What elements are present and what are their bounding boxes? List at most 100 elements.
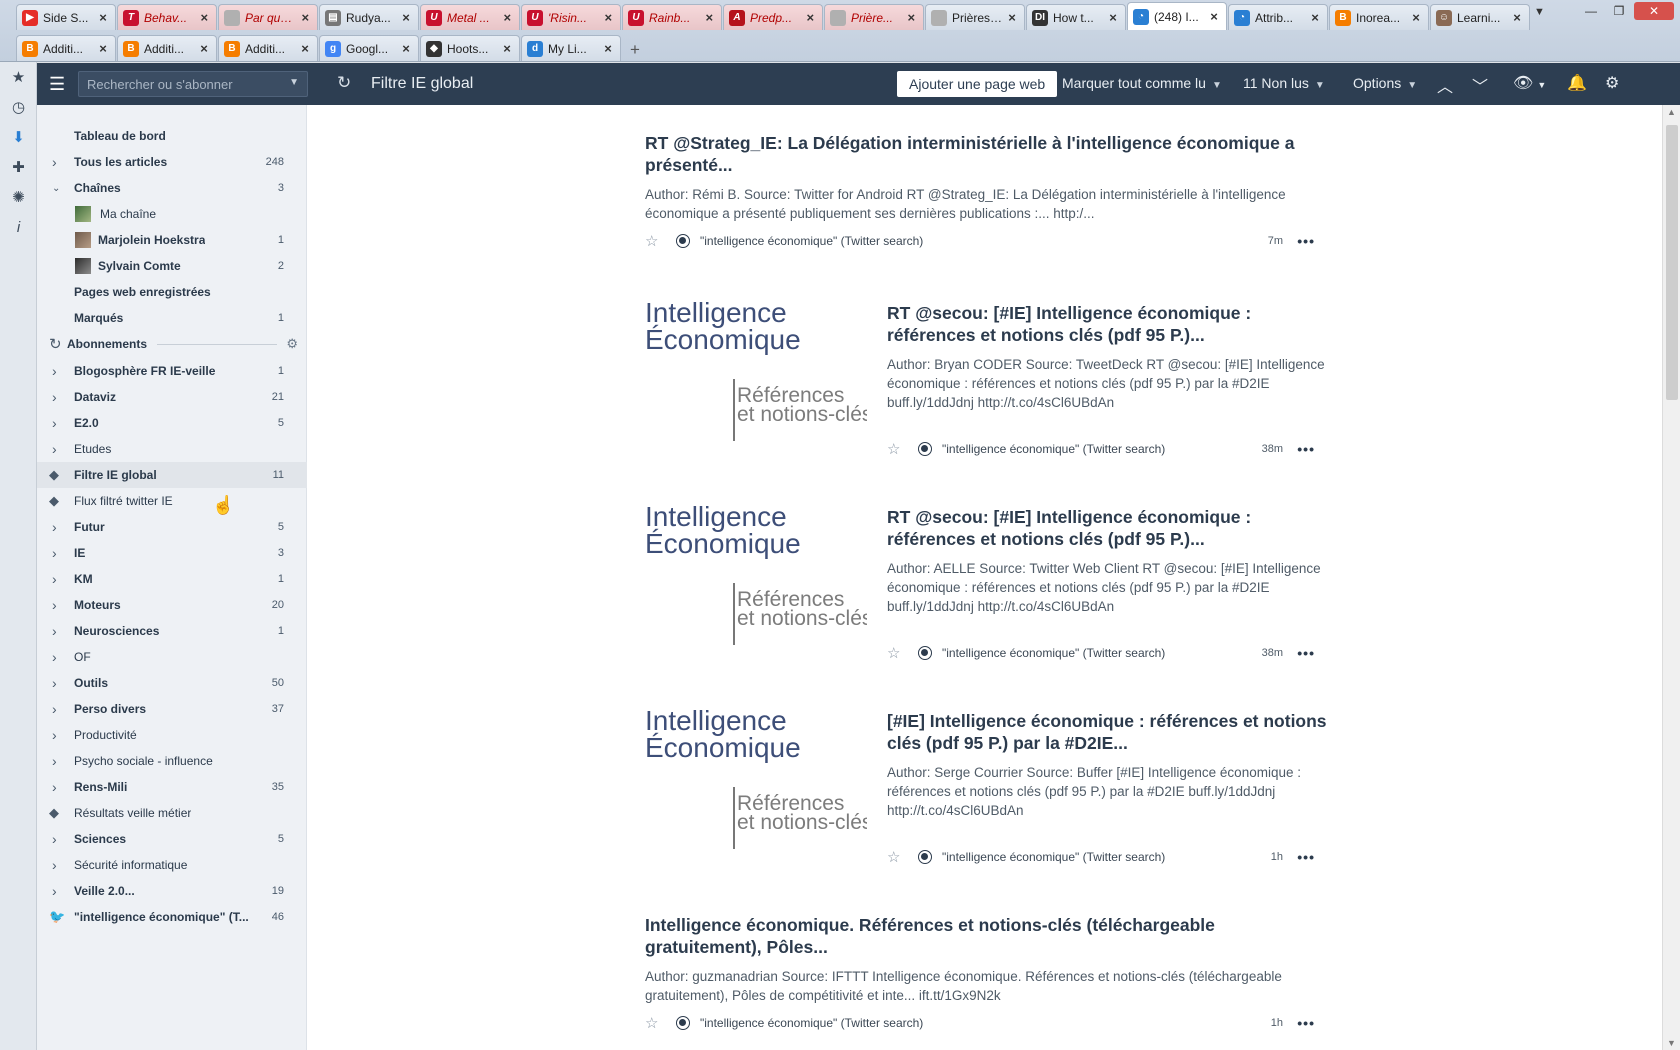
sidebar-item[interactable]: Ma chaîne — [37, 201, 307, 227]
bookmarks-icon[interactable]: ★ — [0, 62, 37, 92]
sidebar-item[interactable]: ◆ Flux filtré twitter IE — [37, 488, 307, 514]
article-title[interactable]: Intelligence économique. Références et n… — [645, 914, 1335, 958]
browser-tab[interactable]: d My Li... × — [521, 35, 621, 61]
article-title[interactable]: RT @secou: [#IE] Intelligence économique… — [887, 302, 1335, 346]
sidebar-item[interactable]: › Etudes — [37, 436, 307, 462]
mark-all-read-button[interactable]: Marquer tout comme lu ▼ — [1062, 75, 1222, 91]
article-title[interactable]: RT @secou: [#IE] Intelligence économique… — [887, 506, 1335, 550]
chevron-right-icon[interactable]: › — [52, 415, 57, 431]
tab-list-dropdown-icon[interactable]: ▼ — [1534, 6, 1545, 18]
chevron-right-icon[interactable]: › — [52, 831, 57, 847]
new-tab-button[interactable]: + — [622, 39, 648, 61]
browser-tab[interactable]: ☺ Learni... × — [1430, 4, 1530, 30]
star-icon[interactable]: ☆ — [645, 1014, 661, 1032]
sidebar-item[interactable]: › Psycho sociale - influence — [37, 748, 307, 774]
close-tab-icon[interactable]: × — [702, 10, 716, 25]
chevron-right-icon[interactable]: › — [52, 675, 57, 691]
sidebar-item[interactable]: Marqués 1 — [37, 305, 307, 331]
next-article-icon[interactable]: ﹀ — [1472, 73, 1488, 97]
sidebar-item[interactable]: › OF — [37, 644, 307, 670]
browser-tab[interactable]: U 'Risin... × — [521, 4, 621, 30]
sidebar-item[interactable]: › Neurosciences 1 — [37, 618, 307, 644]
sidebar-item[interactable]: 🐦 "intelligence économique" (T... 46 — [37, 904, 307, 930]
sidebar-item[interactable]: Sylvain Comte 2 — [37, 253, 307, 279]
sidebar-item[interactable]: › Veille 2.0... 19 — [37, 878, 307, 904]
close-tab-icon[interactable]: × — [601, 41, 615, 56]
close-tab-icon[interactable]: × — [1409, 10, 1423, 25]
main-scrollbar[interactable]: ▲ ▼ — [1662, 105, 1680, 1050]
chevron-right-icon[interactable]: › — [52, 701, 57, 717]
article-thumbnail[interactable]: Intelligence Économique Références et notio… — [645, 707, 867, 867]
sidebar-item[interactable]: ◆ Résultats veille métier — [37, 800, 307, 826]
history-icon[interactable]: ◷ — [0, 92, 37, 122]
browser-tab[interactable]: Par quoi r...× — [218, 4, 318, 30]
chevron-right-icon[interactable]: › — [52, 727, 57, 743]
close-tab-icon[interactable]: × — [1510, 10, 1524, 25]
sidebar-item[interactable]: ◆ Filtre IE global 11 — [37, 462, 307, 488]
scroll-up-icon[interactable]: ▲ — [1667, 107, 1676, 117]
article-thumbnail[interactable]: Intelligence Économique Références et notio… — [645, 299, 867, 459]
sidebar-item[interactable]: › Outils 50 — [37, 670, 307, 696]
browser-tab[interactable]: U Rainb... × — [622, 4, 722, 30]
read-status-icon[interactable] — [918, 850, 932, 864]
article-title[interactable]: [#IE] Intelligence économique : référenc… — [887, 710, 1335, 754]
refresh-subscriptions-icon[interactable]: ↻ — [49, 335, 62, 353]
close-tab-icon[interactable]: × — [1207, 9, 1221, 24]
sidebar-item[interactable]: ↻ ⚙ Abonnements — [37, 331, 307, 357]
close-tab-icon[interactable]: × — [1106, 10, 1120, 25]
browser-tab[interactable]: Prières à n...× — [925, 4, 1025, 30]
read-status-icon[interactable] — [676, 1016, 690, 1030]
sidebar-item[interactable]: › Sciences 5 — [37, 826, 307, 852]
chevron-right-icon[interactable]: › — [52, 389, 57, 405]
browser-tab[interactable]: T Behav... × — [117, 4, 217, 30]
subscriptions-settings-icon[interactable]: ⚙ — [286, 336, 298, 352]
browser-tab[interactable]: U Metal ... × — [420, 4, 520, 30]
browser-tab[interactable]: B Additi... × — [16, 35, 116, 61]
read-status-icon[interactable] — [918, 442, 932, 456]
chevron-right-icon[interactable]: › — [52, 519, 57, 535]
more-options-icon[interactable]: ••• — [1297, 441, 1315, 457]
sidebar-item[interactable]: Pages web enregistrées — [37, 279, 307, 305]
browser-tab[interactable]: A Predp... × — [723, 4, 823, 30]
more-options-icon[interactable]: ••• — [1297, 1015, 1315, 1031]
star-icon[interactable]: ☆ — [645, 232, 661, 250]
article-source[interactable]: "intelligence économique" (Twitter searc… — [942, 442, 1165, 456]
close-tab-icon[interactable]: × — [1005, 10, 1019, 25]
close-tab-icon[interactable]: × — [298, 41, 312, 56]
chevron-right-icon[interactable]: › — [52, 571, 57, 587]
browser-tab[interactable]: DI How t... × — [1026, 4, 1126, 30]
browser-tab[interactable]: Prière... × — [824, 4, 924, 30]
options-button[interactable]: Options ▼ — [1353, 75, 1417, 91]
settings-gear-icon[interactable]: ⚙ — [1605, 73, 1619, 93]
sidebar-item[interactable]: › Tous les articles 248 — [37, 149, 307, 175]
sidebar-item[interactable]: › IE 3 — [37, 540, 307, 566]
chevron-right-icon[interactable]: › — [52, 441, 57, 457]
star-icon[interactable]: ☆ — [887, 644, 903, 662]
sidebar-item[interactable]: › Productivité — [37, 722, 307, 748]
close-tab-icon[interactable]: × — [500, 41, 514, 56]
chevron-right-icon[interactable]: › — [52, 649, 57, 665]
minimize-icon[interactable]: — — [1578, 2, 1604, 20]
browser-tab[interactable]: ▤ Rudya... × — [319, 4, 419, 30]
browser-tab[interactable]: g Googl... × — [319, 35, 419, 61]
more-options-icon[interactable]: ••• — [1297, 645, 1315, 661]
chevron-right-icon[interactable]: › — [52, 363, 57, 379]
close-tab-icon[interactable]: × — [500, 10, 514, 25]
chevron-right-icon[interactable]: › — [52, 597, 57, 613]
close-tab-icon[interactable]: × — [399, 41, 413, 56]
chevron-right-icon[interactable]: › — [52, 545, 57, 561]
chevron-right-icon[interactable]: › — [52, 857, 57, 873]
menu-icon[interactable]: ☰ — [49, 74, 65, 95]
scroll-down-icon[interactable]: ▼ — [1667, 1038, 1676, 1048]
article-title[interactable]: RT @Strateg_IE: La Délégation interminis… — [645, 132, 1335, 176]
refresh-icon[interactable]: ↻ — [337, 73, 351, 93]
close-tab-icon[interactable]: × — [1308, 10, 1322, 25]
article-source[interactable]: "intelligence économique" (Twitter searc… — [700, 234, 923, 248]
chevron-right-icon[interactable]: › — [52, 623, 57, 639]
sidebar-item[interactable]: › E2.0 5 — [37, 410, 307, 436]
more-options-icon[interactable]: ••• — [1297, 849, 1315, 865]
close-tab-icon[interactable]: × — [96, 41, 110, 56]
chevron-right-icon[interactable]: › — [52, 779, 57, 795]
chevron-down-icon[interactable]: ▼ — [289, 77, 299, 88]
extensions-icon[interactable]: ✚ — [0, 152, 37, 182]
